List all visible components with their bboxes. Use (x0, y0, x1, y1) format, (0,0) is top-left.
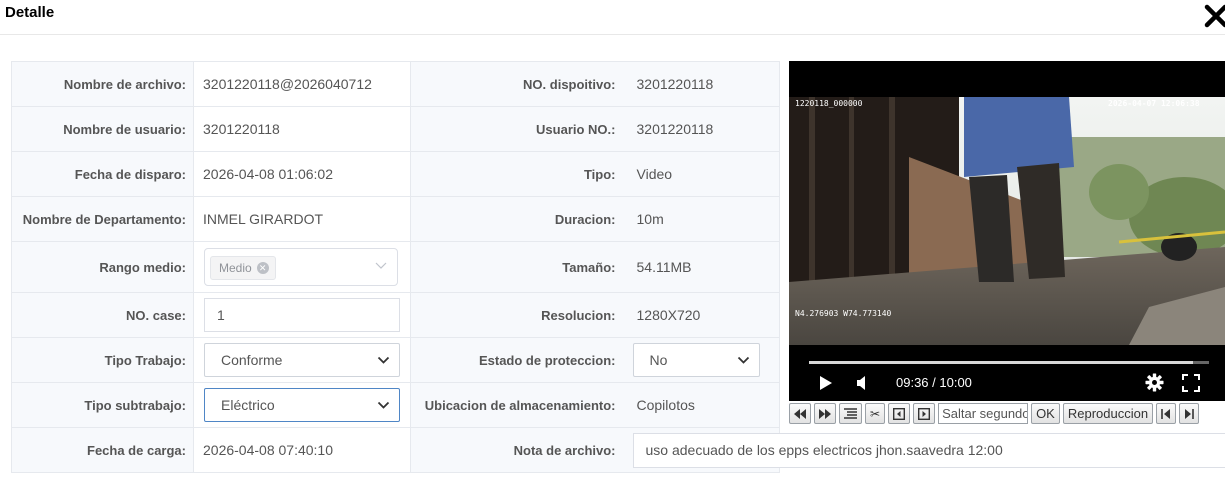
row-trigger-date: Fecha de disparo: 2026-04-08 01:06:02 Ti… (11, 151, 780, 197)
chevron-down-icon (375, 262, 387, 269)
skip-start-icon (1161, 408, 1171, 419)
media-range-label: Rango medio: (11, 241, 194, 293)
volume-icon[interactable] (855, 375, 871, 391)
scissors-icon: ✂ (870, 406, 881, 421)
fullscreen-icon[interactable] (1182, 374, 1200, 392)
upload-date-value: 2026-04-08 07:40:10 (193, 427, 411, 473)
chevron-down-icon (377, 356, 390, 364)
duration-value: 10m (622, 196, 780, 242)
detail-table: Nombre de archivo: 3201220118@2026040712… (11, 61, 1225, 473)
row-work-type: Tipo Trabajo: Conforme Estado de protecc… (11, 337, 780, 383)
work-type-value: Conforme (221, 352, 283, 368)
video-player[interactable]: 1220118_000000 2026-04-07 12:06:38 N4.27… (789, 61, 1225, 401)
type-value: Video (622, 151, 780, 197)
osd-datetime: 2026-04-07 12:06:38 (1108, 99, 1200, 108)
size-label: Tamaño: (410, 241, 623, 293)
fast-forward-icon (819, 408, 831, 419)
duration-label: Duracion: (410, 196, 623, 242)
department-value: INMEL GIRARDOT (193, 196, 411, 242)
department-label: Nombre de Departamento: (11, 196, 194, 242)
work-type-select[interactable]: Conforme (204, 343, 400, 377)
next-frame-button[interactable] (913, 403, 936, 424)
user-name-label: Nombre de usuario: (11, 106, 194, 152)
device-no-value: 3201220118 (622, 61, 780, 107)
ok-button[interactable]: OK (1031, 403, 1060, 424)
file-note-label: Nota de archivo: (410, 427, 623, 473)
tag-remove-icon[interactable]: ✕ (256, 262, 269, 274)
rewind-button[interactable] (789, 403, 811, 424)
clip-button[interactable]: ✂ (865, 403, 886, 424)
user-name-value: 3201220118 (193, 106, 411, 152)
title-divider (0, 34, 1225, 35)
work-subtype-label: Tipo subtrabajo: (11, 382, 194, 428)
resolution-label: Resolucion: (410, 292, 623, 338)
work-subtype-select[interactable]: Eléctrico (204, 388, 400, 422)
file-note-input[interactable]: uso adecuado de los epps electricos jhon… (632, 432, 1225, 468)
row-case-no: NO. case: 1 Resolucion: 1280X720 (11, 292, 780, 338)
list-icon (844, 408, 857, 419)
upload-date-label: Fecha de carga: (11, 427, 194, 473)
progress-bar[interactable] (809, 361, 1209, 364)
media-range-select[interactable]: Medio ✕ (204, 248, 398, 286)
device-no-label: NO. dispoitivo: (410, 61, 623, 107)
storage-label: Ubicacion de almacenamiento: (410, 382, 623, 428)
fast-forward-button[interactable] (814, 403, 836, 424)
chevron-down-icon (377, 401, 390, 409)
gear-icon[interactable] (1145, 373, 1164, 392)
media-range-tag-label: Medio (219, 261, 252, 275)
file-name-label: Nombre de archivo: (11, 61, 194, 107)
protection-select[interactable]: No (632, 343, 760, 377)
row-department: Nombre de Departamento: INMEL GIRARDOT D… (11, 196, 780, 242)
osd-gps: N4.276903 W74.773140 (795, 309, 892, 318)
row-user-name: Nombre de usuario: 3201220118 Usuario NO… (11, 106, 780, 152)
row-file-name: Nombre de archivo: 3201220118@2026040712… (11, 61, 780, 107)
storage-value: Copilotos (622, 382, 780, 428)
prev-frame-icon (893, 407, 906, 420)
prev-frame-button[interactable] (888, 403, 911, 424)
user-no-value: 3201220118 (622, 106, 780, 152)
trigger-date-label: Fecha de disparo: (11, 151, 194, 197)
jump-seconds-input[interactable]: Saltar segundo (938, 403, 1029, 424)
work-subtype-value: Eléctrico (221, 397, 275, 413)
list-button[interactable] (839, 403, 862, 424)
last-frame-button[interactable] (1179, 403, 1200, 424)
video-frame (789, 97, 1225, 345)
media-range-tag: Medio ✕ (210, 256, 276, 280)
rewind-icon (794, 408, 806, 419)
chevron-down-icon (737, 356, 749, 364)
play-icon[interactable] (819, 375, 833, 391)
resolution-value: 1280X720 (622, 292, 780, 338)
row-media-range: Rango medio: Medio ✕ Tamaño: 54.11MB (11, 241, 780, 293)
trigger-date-value: 2026-04-08 01:06:02 (193, 151, 411, 197)
progress-fill (809, 361, 1193, 364)
dialog-title: Detalle (5, 4, 55, 21)
case-no-input[interactable]: 1 (204, 298, 400, 332)
playback-button[interactable]: Reproduccion (1062, 403, 1154, 424)
case-no-label: NO. case: (11, 292, 194, 338)
user-no-label: Usuario NO.: (410, 106, 623, 152)
size-value: 54.11MB (622, 241, 780, 293)
row-work-subtype: Tipo subtrabajo: Eléctrico Ubicacion de … (11, 382, 780, 428)
type-label: Tipo: (410, 151, 623, 197)
protection-label: Estado de proteccion: (410, 337, 623, 383)
player-toolbar: ✂ Saltar segundo OK Reproduccion (789, 401, 1225, 426)
osd-device-id: 1220118_000000 (795, 99, 863, 108)
protection-value: No (649, 352, 668, 368)
time-display: 09:36 / 10:00 (896, 375, 972, 390)
close-icon[interactable] (1204, 4, 1225, 28)
work-type-label: Tipo Trabajo: (11, 337, 194, 383)
row-upload-date: Fecha de carga: 2026-04-08 07:40:10 Nota… (11, 427, 1225, 473)
next-frame-icon (918, 407, 931, 420)
file-name-value: 3201220118@2026040712 (193, 61, 411, 107)
skip-end-icon (1185, 408, 1194, 419)
first-frame-button[interactable] (1156, 403, 1177, 424)
